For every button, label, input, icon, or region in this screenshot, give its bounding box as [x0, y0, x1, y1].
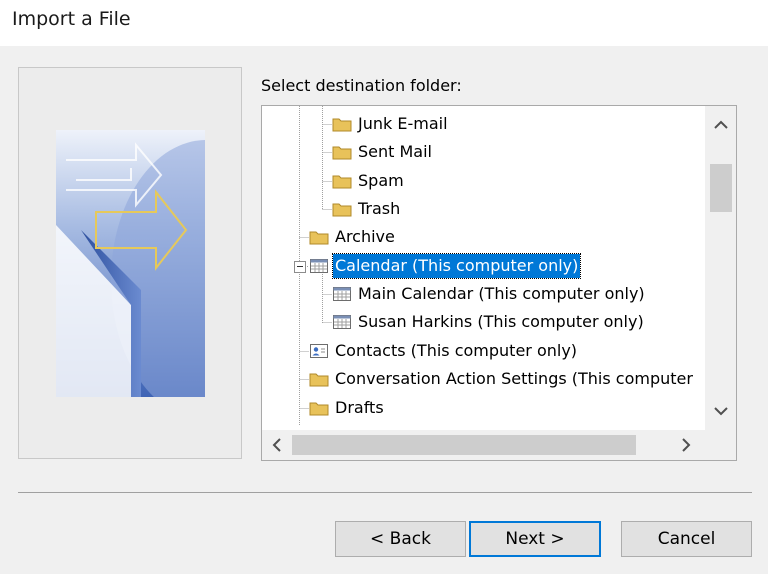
scroll-left-button[interactable]	[266, 434, 288, 456]
calendar-icon	[310, 259, 328, 273]
collapse-toggle-icon[interactable]	[294, 261, 306, 273]
wizard-graphic	[56, 130, 205, 397]
tree-item-label: Junk E-mail	[358, 114, 448, 133]
tree-item-label: Spam	[358, 171, 404, 190]
scroll-right-button[interactable]	[675, 434, 697, 456]
tree-item-label: Calendar (This computer only)	[331, 253, 582, 279]
folder-icon	[309, 402, 329, 416]
scroll-down-button[interactable]	[710, 400, 732, 422]
chevron-down-icon	[714, 407, 728, 416]
next-button[interactable]: Next >	[469, 521, 601, 557]
back-button[interactable]: < Back	[335, 521, 466, 557]
contacts-icon	[310, 344, 328, 358]
calendar-icon	[333, 287, 351, 301]
destination-folder-label: Select destination folder:	[261, 76, 462, 95]
chevron-up-icon	[714, 120, 728, 129]
scroll-up-button[interactable]	[710, 114, 732, 136]
folder-icon	[332, 146, 352, 160]
folder-tree[interactable]: Junk E-mail Sent Mail Spam Trash Archive…	[261, 105, 737, 461]
folder-icon	[332, 175, 352, 189]
folder-icon	[332, 118, 352, 132]
tree-item-label: Sent Mail	[358, 142, 432, 161]
tree-item-label: Main Calendar (This computer only)	[358, 284, 645, 303]
chevron-left-icon	[272, 438, 281, 452]
dialog-title: Import a File	[12, 8, 131, 30]
folder-icon	[332, 203, 352, 217]
horizontal-scroll-thumb[interactable]	[292, 435, 636, 455]
title-bar: Import a File	[0, 0, 768, 46]
divider	[18, 492, 752, 493]
scrollbar-corner	[705, 430, 736, 460]
tree-item-label: Conversation Action Settings (This compu…	[335, 369, 693, 388]
tree-item-label: Drafts	[335, 398, 384, 417]
calendar-icon	[333, 315, 351, 329]
wizard-side-panel	[18, 67, 242, 459]
cancel-button[interactable]: Cancel	[621, 521, 752, 557]
folder-icon	[309, 231, 329, 245]
horizontal-scrollbar[interactable]	[262, 430, 707, 460]
tree-item-label: Susan Harkins (This computer only)	[358, 312, 644, 331]
tree-item-label: Archive	[335, 227, 395, 246]
vertical-scroll-thumb[interactable]	[710, 164, 732, 212]
vertical-scrollbar[interactable]	[705, 106, 736, 431]
chevron-right-icon	[682, 438, 691, 452]
tree-item-label: Trash	[358, 199, 401, 218]
folder-icon	[309, 373, 329, 387]
tree-item-label: Contacts (This computer only)	[335, 341, 578, 360]
